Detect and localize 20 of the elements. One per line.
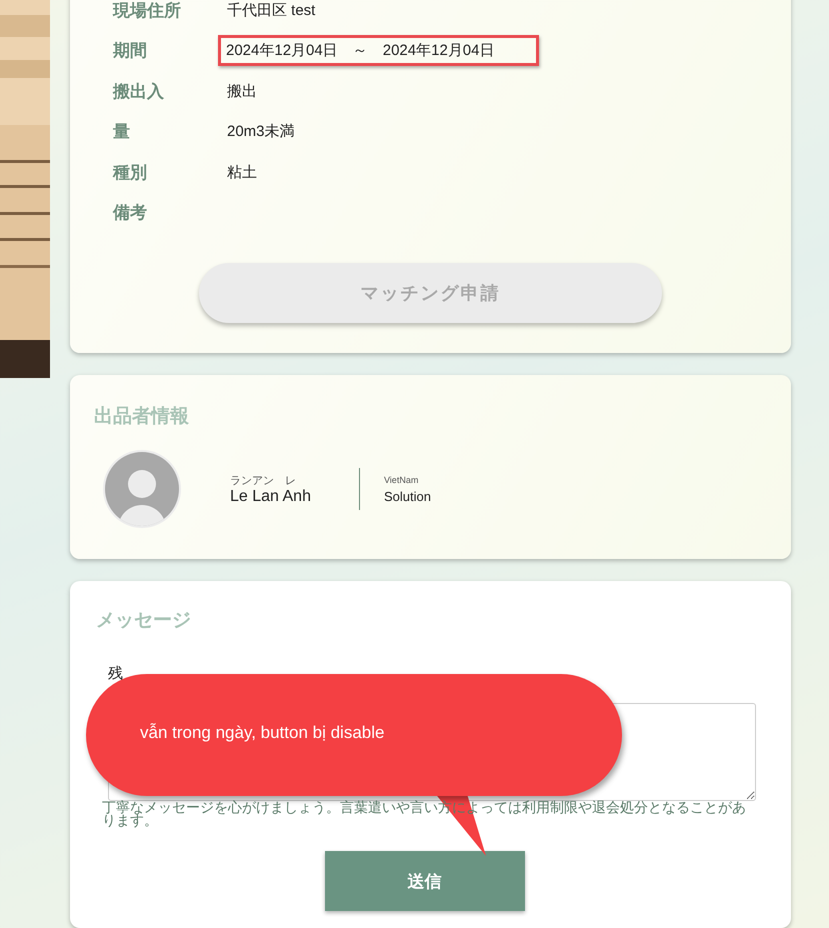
field-value: 千代田区 test (226, 0, 316, 21)
field-label: 種別 (112, 162, 148, 184)
company-label: VietNam (384, 474, 420, 484)
avatar-icon (102, 449, 182, 529)
send-button[interactable]: 送信 (324, 851, 524, 911)
section-title: メッセージ (96, 609, 192, 633)
section-title: 出品者情報 (94, 405, 190, 429)
field-value: 20m3未満 (226, 122, 296, 142)
seller-name: Le Lan Anh (230, 488, 311, 506)
field-value: 搬出 (226, 82, 258, 102)
field-value: 2024年12月04日 ～ 2024年12月04日 (218, 35, 540, 66)
company-name: Solution (384, 488, 431, 504)
field-label: 量 (112, 121, 131, 144)
field-label: 備考 (112, 202, 148, 224)
field-label: 現場住所 (112, 0, 182, 22)
remaining-text: 残 (108, 665, 124, 683)
field-label: 期間 (112, 40, 148, 62)
field-label: 搬出入 (112, 80, 165, 103)
name-reading: ランアン レ (230, 474, 297, 488)
field-value: 粘土 (226, 162, 258, 183)
